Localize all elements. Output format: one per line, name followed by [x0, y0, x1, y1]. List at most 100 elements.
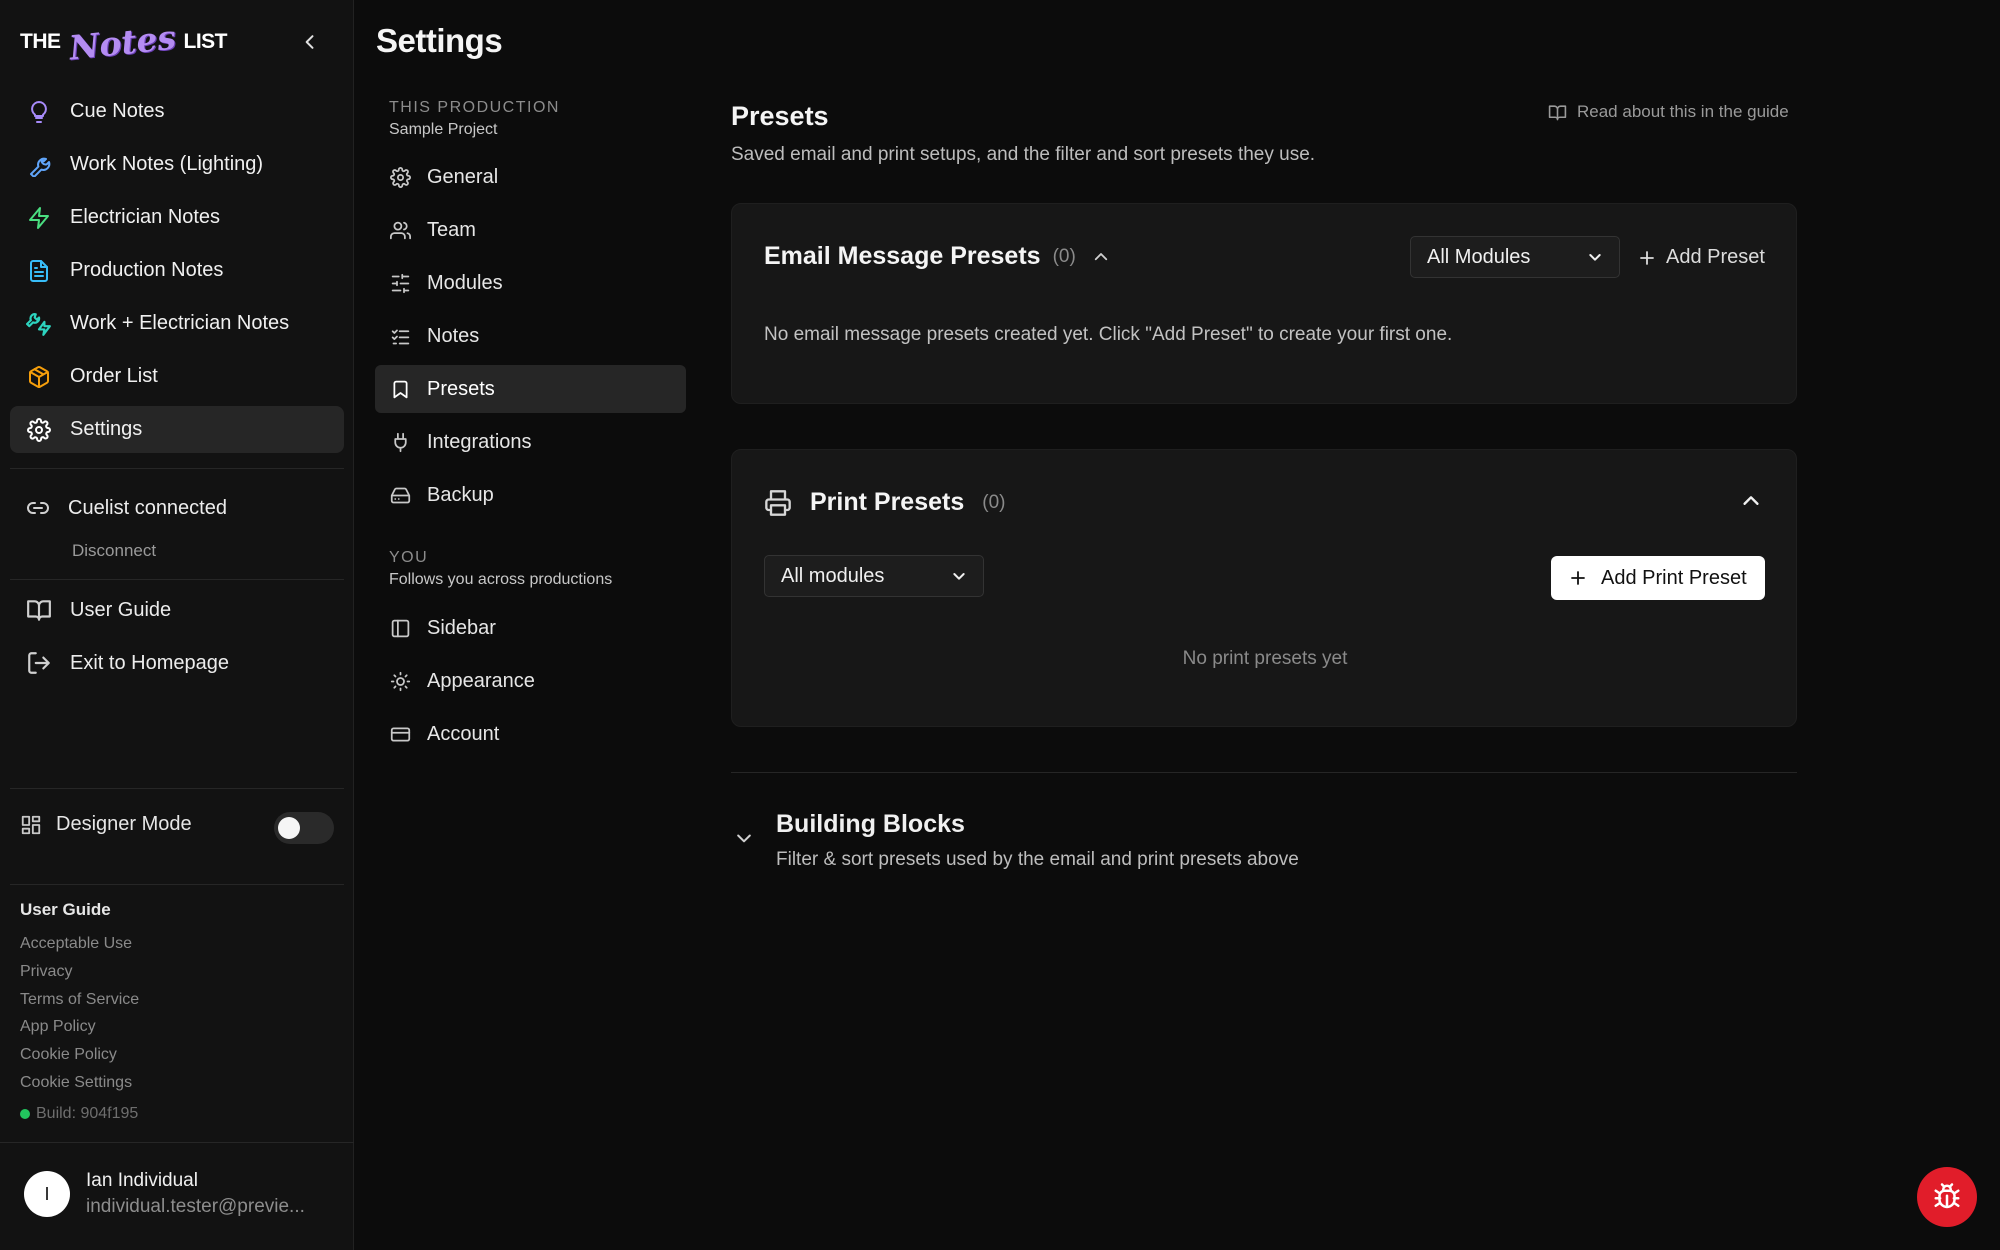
user-guide-link[interactable]: User Guide [26, 597, 171, 623]
footer-link-app-policy[interactable]: App Policy [20, 1015, 139, 1043]
nav-item-settings[interactable]: Settings [10, 406, 344, 453]
bug-report-button[interactable] [1917, 1167, 1977, 1227]
settings-item-notes[interactable]: Notes [375, 312, 686, 360]
nav-item-cue-notes[interactable]: Cue Notes [10, 88, 344, 135]
user-name: Ian Individual [86, 1170, 198, 1191]
guide-link[interactable]: Read about this in the guide [1548, 102, 1789, 122]
user-profile[interactable]: I Ian Individual individual.tester@previ… [24, 1170, 305, 1218]
footer-links: Acceptable Use Privacy Terms of Service … [20, 932, 139, 1099]
book-open-icon [1548, 104, 1567, 120]
footer-link-cookie-policy[interactable]: Cookie Policy [20, 1043, 139, 1071]
sidebar-divider [10, 788, 344, 789]
designer-mode-toggle[interactable] [274, 812, 334, 844]
users-icon [389, 219, 411, 241]
print-presets-empty: No print presets yet [1182, 648, 1348, 669]
collapse-print-presets-button[interactable] [1740, 490, 1762, 512]
production-name: Sample Project [389, 121, 498, 138]
nav-label: Electrician Notes [70, 206, 221, 228]
exit-homepage-link[interactable]: Exit to Homepage [26, 650, 229, 676]
settings-item-backup[interactable]: Backup [375, 471, 686, 519]
settings-item-label: Account [427, 722, 500, 745]
email-presets-header[interactable]: Email Message Presets (0) [764, 242, 1110, 271]
settings-item-label: Notes [427, 324, 480, 347]
collapse-sidebar-button[interactable] [298, 30, 322, 54]
package-icon [26, 364, 52, 390]
chevron-down-icon [737, 834, 751, 843]
gear-icon [26, 417, 52, 443]
cuelist-status: Cuelist connected [26, 496, 227, 520]
footer-link-privacy[interactable]: Privacy [20, 960, 139, 988]
print-module-filter[interactable]: All modules [764, 555, 984, 597]
print-presets-header[interactable]: Print Presets (0) [764, 488, 1005, 517]
building-blocks-subtitle: Filter & sort presets used by the email … [776, 849, 1299, 870]
logo-the: THE [20, 30, 61, 53]
you-subtitle: Follows you across productions [389, 571, 613, 588]
expand-building-blocks-button[interactable] [734, 828, 754, 848]
chevron-down-icon [1589, 254, 1601, 261]
email-module-filter[interactable]: All Modules [1410, 236, 1620, 278]
book-open-icon [27, 600, 51, 621]
settings-item-label: Appearance [427, 669, 535, 692]
settings-item-sidebar[interactable]: Sidebar [375, 604, 686, 652]
plug-icon [389, 431, 411, 453]
nav-item-order-list[interactable]: Order List [10, 353, 344, 400]
sun-icon [389, 670, 411, 692]
bookmark-icon [389, 378, 411, 400]
file-text-icon [26, 258, 52, 284]
settings-item-label: Integrations [427, 430, 532, 453]
email-presets-title: Email Message Presets [764, 242, 1041, 270]
email-presets-count: (0) [1052, 245, 1076, 267]
section-label-production: THIS PRODUCTION [389, 99, 560, 116]
credit-card-icon [389, 723, 411, 745]
chevron-down-icon [953, 573, 965, 580]
settings-nav-production: General Team Modules Notes Presets Integ… [375, 153, 686, 524]
disconnect-link[interactable]: Disconnect [72, 541, 156, 561]
nav-item-electrician-notes[interactable]: Electrician Notes [10, 194, 344, 241]
nav-item-work-notes[interactable]: Work Notes (Lighting) [10, 141, 344, 188]
designer-mode-text: Designer Mode [56, 813, 192, 835]
exit-label: Exit to Homepage [70, 651, 229, 674]
footer-link-terms[interactable]: Terms of Service [20, 988, 139, 1016]
nav-item-production-notes[interactable]: Production Notes [10, 247, 344, 294]
nav-label: Settings [70, 418, 143, 440]
bug-icon [1934, 1183, 1960, 1209]
page-title: Settings [376, 22, 503, 59]
building-blocks-title[interactable]: Building Blocks [776, 810, 965, 839]
section-subtitle: Saved email and print setups, and the fi… [731, 144, 1316, 165]
print-module-filter-value: All modules [781, 564, 885, 587]
settings-item-label: Sidebar [427, 616, 496, 639]
settings-nav-you: Sidebar Appearance Account [375, 604, 686, 763]
toggle-knob [278, 817, 300, 839]
settings-item-label: Modules [427, 271, 503, 294]
sidebar-divider [10, 884, 344, 885]
logo-list: LIST [183, 30, 228, 53]
settings-item-label: Backup [427, 483, 494, 506]
settings-item-appearance[interactable]: Appearance [375, 657, 686, 705]
nav-label: Work + Electrician Notes [70, 312, 290, 334]
footer-link-cookie-settings[interactable]: Cookie Settings [20, 1071, 139, 1099]
designer-mode-label: Designer Mode [20, 813, 192, 836]
settings-item-label: Team [427, 218, 476, 241]
chevron-up-icon [1743, 496, 1759, 505]
link-icon [27, 502, 49, 514]
add-print-preset-button[interactable]: Add Print Preset [1551, 556, 1765, 600]
settings-item-team[interactable]: Team [375, 206, 686, 254]
settings-item-presets[interactable]: Presets [375, 365, 686, 413]
main-nav: Cue Notes Work Notes (Lighting) Electric… [10, 88, 344, 459]
user-guide-label: User Guide [70, 598, 172, 621]
settings-item-general[interactable]: General [375, 153, 686, 201]
settings-item-account[interactable]: Account [375, 710, 686, 758]
user-email: individual.tester@previe... [86, 1196, 305, 1217]
nav-item-work-electrician-notes[interactable]: Work + Electrician Notes [10, 300, 344, 347]
logo-notes: Notes [66, 17, 178, 67]
app-logo[interactable]: THE Notes LIST [20, 17, 228, 67]
settings-item-modules[interactable]: Modules [375, 259, 686, 307]
section-title: Presets [731, 101, 829, 131]
add-preset-button[interactable]: Add Preset [1638, 246, 1765, 269]
section-label-you: YOU [389, 549, 429, 566]
settings-item-integrations[interactable]: Integrations [375, 418, 686, 466]
settings-item-label: Presets [427, 377, 495, 400]
wrench-icon [26, 152, 52, 178]
status-dot [20, 1109, 30, 1119]
footer-link-acceptable-use[interactable]: Acceptable Use [20, 932, 139, 960]
